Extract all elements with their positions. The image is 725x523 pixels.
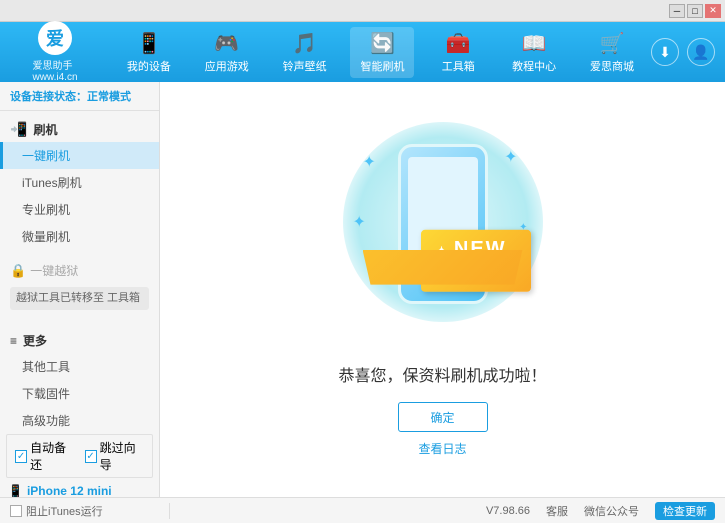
more-section-icon: ≡ (10, 334, 17, 348)
app-games-icon: 🎮 (214, 31, 239, 56)
stop-itunes-checkbox[interactable] (10, 505, 22, 517)
ribbon (363, 250, 523, 285)
auto-backup-box: ✓ (15, 450, 27, 463)
wechat-public-link[interactable]: 微信公众号 (584, 503, 639, 519)
nav-ringtone[interactable]: 🎵 铃声壁纸 (273, 27, 337, 78)
flash-section-header: 📲 刷机 (0, 117, 159, 142)
more-section: ≡ 更多 其他工具 下载固件 高级功能 (0, 322, 159, 434)
logo-subtitle: 爱思助手 www.i4.cn (32, 57, 77, 83)
content-area: ✦ ✦ ✦ ✦ NEW 恭喜您，保资料刷机成功啦！ 确定 查看日志 (160, 82, 725, 497)
toolbox-label: 工具箱 (442, 58, 475, 74)
more-section-header: ≡ 更多 (0, 328, 159, 353)
skip-wizard-label: 跳过向导 (100, 439, 144, 473)
bottom-bar: 阻止iTunes运行 V7.98.66 客服 微信公众号 检查更新 (0, 497, 725, 523)
auto-backup-checkbox[interactable]: ✓ 自动备还 (15, 439, 75, 473)
mall-label: 爱思商城 (590, 58, 634, 74)
sparkle-1: ✦ (363, 152, 376, 172)
confirm-button[interactable]: 确定 (398, 402, 488, 432)
tutorial-icon: 📖 (522, 31, 547, 56)
main-area: 设备连接状态：正常模式 📲 刷机 一键刷机 iTunes刷机 专业刷机 微量刷机… (0, 82, 725, 497)
download-btn[interactable]: ⬇ (651, 38, 679, 66)
skip-wizard-box: ✓ (85, 450, 97, 463)
skip-wizard-checkbox[interactable]: ✓ 跳过向导 (85, 439, 145, 473)
user-btn[interactable]: 👤 (687, 38, 715, 66)
mall-icon: 🛒 (600, 31, 625, 56)
connection-status: 设备连接状态：正常模式 (0, 82, 159, 111)
sidebar: 设备连接状态：正常模式 📲 刷机 一键刷机 iTunes刷机 专业刷机 微量刷机… (0, 82, 160, 497)
sidebar-item-itunes-flash[interactable]: iTunes刷机 (0, 169, 159, 196)
logo-icon: 爱 (38, 21, 72, 55)
success-text: 恭喜您，保资料刷机成功啦！ (338, 362, 546, 386)
logo: 爱 爱思助手 www.i4.cn (10, 21, 100, 83)
title-bar: ─ □ ✕ (0, 0, 725, 22)
check-update-button[interactable]: 检查更新 (655, 502, 715, 520)
tutorial-label: 教程中心 (512, 58, 556, 74)
version-label: V7.98.66 (486, 505, 530, 517)
sidebar-item-micro-flash[interactable]: 微量刷机 (0, 223, 159, 250)
smart-flash-icon: 🔄 (370, 31, 395, 56)
minimize-btn[interactable]: ─ (669, 4, 685, 18)
sidebar-item-pro-flash[interactable]: 专业刷机 (0, 196, 159, 223)
sidebar-item-advanced[interactable]: 高级功能 (0, 407, 159, 434)
app-games-label: 应用游戏 (205, 58, 249, 74)
device-name: iPhone 12 mini (27, 484, 112, 497)
checkbox-row: ✓ 自动备还 ✓ 跳过向导 (6, 434, 153, 478)
view-log-link[interactable]: 查看日志 (418, 440, 466, 457)
stop-itunes-area: 阻止iTunes运行 (10, 503, 170, 519)
my-device-icon: 📱 (136, 31, 161, 56)
maximize-btn[interactable]: □ (687, 4, 703, 18)
smart-flash-label: 智能刷机 (360, 58, 404, 74)
stop-itunes-label: 阻止iTunes运行 (26, 503, 103, 519)
jailbreak-section: 🔒 一键越狱 (0, 258, 159, 283)
flash-section-icon: 📲 (10, 121, 27, 138)
flash-section: 📲 刷机 一键刷机 iTunes刷机 专业刷机 微量刷机 (0, 111, 159, 250)
nav-app-games[interactable]: 🎮 应用游戏 (195, 27, 259, 78)
bottom-right: V7.98.66 客服 微信公众号 检查更新 (486, 502, 715, 520)
nav-items: 📱 我的设备 🎮 应用游戏 🎵 铃声壁纸 🔄 智能刷机 🧰 工具箱 📖 教程中心… (110, 27, 651, 78)
ringtone-label: 铃声壁纸 (283, 58, 327, 74)
lock-icon: 🔒 (10, 263, 26, 279)
sidebar-item-one-key-flash[interactable]: 一键刷机 (0, 142, 159, 169)
nav-tutorial[interactable]: 📖 教程中心 (502, 27, 566, 78)
auto-backup-label: 自动备还 (30, 439, 74, 473)
customer-service-link[interactable]: 客服 (546, 503, 568, 519)
device-icon: 📱 (8, 484, 23, 497)
device-info: 📱 iPhone 12 mini 64GB Down-12mini-13,1 (0, 482, 159, 497)
sparkle-3: ✦ (353, 212, 366, 232)
sparkle-2: ✦ (504, 147, 517, 167)
nav-toolbox[interactable]: 🧰 工具箱 (428, 27, 488, 78)
nav-smart-flash[interactable]: 🔄 智能刷机 (350, 27, 414, 78)
illustration: ✦ ✦ ✦ ✦ NEW (333, 122, 553, 342)
ringtone-icon: 🎵 (292, 31, 317, 56)
nav-right: ⬇ 👤 (651, 38, 715, 66)
close-btn[interactable]: ✕ (705, 4, 721, 18)
toolbox-icon: 🧰 (446, 31, 471, 56)
top-nav: 爱 爱思助手 www.i4.cn 📱 我的设备 🎮 应用游戏 🎵 铃声壁纸 🔄 … (0, 22, 725, 82)
sidebar-item-download-firmware[interactable]: 下载固件 (0, 380, 159, 407)
nav-mall[interactable]: 🛒 爱思商城 (580, 27, 644, 78)
jailbreak-notice: 越狱工具已转移至 工具箱 (10, 287, 149, 310)
nav-my-device[interactable]: 📱 我的设备 (117, 27, 181, 78)
my-device-label: 我的设备 (127, 58, 171, 74)
sidebar-item-other-tools[interactable]: 其他工具 (0, 353, 159, 380)
